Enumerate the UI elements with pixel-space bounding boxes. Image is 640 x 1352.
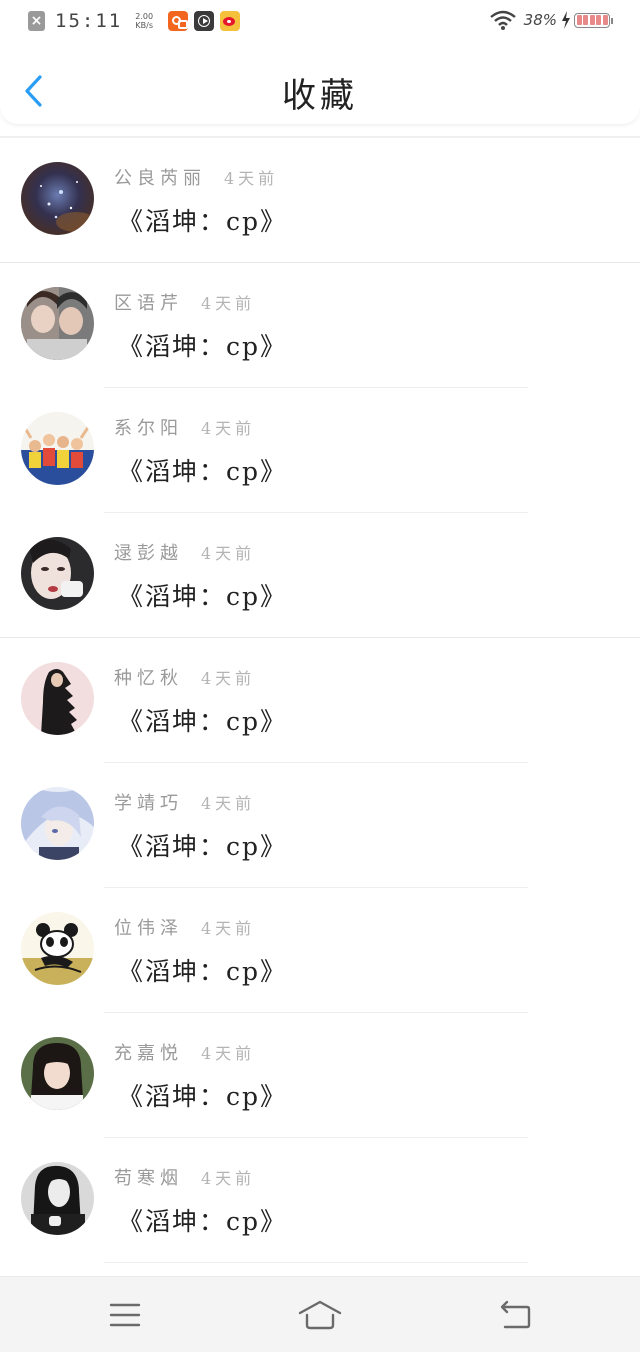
timestamp: 4天前 <box>201 1169 256 1188</box>
list-item[interactable]: 学靖巧 4天前 《滔坤：cp》 <box>0 763 640 888</box>
item-title: 《滔坤：cp》 <box>118 457 288 486</box>
avatar <box>21 787 94 860</box>
item-title: 《滔坤：cp》 <box>118 707 288 736</box>
network-speed-unit: KB/s <box>135 21 153 30</box>
item-title: 《滔坤：cp》 <box>118 832 288 861</box>
network-speed: 2.00 KB/s <box>130 12 158 30</box>
clock: 15:11 <box>55 10 123 32</box>
user-name: 充嘉悦 <box>114 1043 183 1064</box>
timestamp: 4天前 <box>201 544 256 563</box>
status-right: 38% <box>489 10 613 30</box>
user-name: 苟寒烟 <box>114 1168 183 1189</box>
notification-close-icon: × <box>28 11 45 31</box>
timestamp: 4天前 <box>201 794 256 813</box>
user-name: 种忆秋 <box>114 668 183 689</box>
item-title: 《滔坤：cp》 <box>118 957 288 986</box>
favorites-list: 公良芮丽 4天前 《滔坤：cp》 区语芹 4天前 《滔坤：cp》 系尔阳 4天前… <box>0 138 640 1263</box>
list-item[interactable]: 系尔阳 4天前 《滔坤：cp》 <box>0 388 640 513</box>
timestamp: 4天前 <box>201 669 256 688</box>
avatar <box>21 912 94 985</box>
system-nav-bar <box>0 1276 640 1352</box>
page-title: 收藏 <box>282 76 358 116</box>
avatar <box>21 662 94 735</box>
avatar <box>21 287 94 360</box>
timestamp: 4天前 <box>201 1044 256 1063</box>
list-item[interactable]: 种忆秋 4天前 《滔坤：cp》 <box>0 638 640 763</box>
battery-percent: 38% <box>523 11 557 29</box>
battery-icon <box>574 12 613 28</box>
list-item[interactable]: 位伟泽 4天前 《滔坤：cp》 <box>0 888 640 1013</box>
charging-icon <box>562 11 570 29</box>
network-speed-value: 2.00 <box>135 12 154 21</box>
home-icon <box>298 1300 342 1330</box>
item-title: 《滔坤：cp》 <box>118 207 288 236</box>
list-item[interactable]: 逯彭越 4天前 《滔坤：cp》 <box>0 513 640 638</box>
item-meta: 位伟泽 4天前 <box>114 914 255 940</box>
timestamp: 4天前 <box>201 419 256 438</box>
timestamp: 4天前 <box>201 919 256 938</box>
item-meta: 学靖巧 4天前 <box>114 789 255 815</box>
weibo-icon <box>220 11 241 31</box>
timestamp: 4天前 <box>201 294 256 313</box>
home-button[interactable] <box>298 1295 342 1335</box>
timestamp: 4天前 <box>224 169 279 188</box>
divider <box>104 1262 528 1263</box>
item-meta: 逯彭越 4天前 <box>114 539 255 565</box>
video-player-icon <box>194 11 215 31</box>
item-meta: 种忆秋 4天前 <box>114 664 255 690</box>
list-item[interactable]: 充嘉悦 4天前 《滔坤：cp》 <box>0 1013 640 1138</box>
user-name: 位伟泽 <box>114 918 183 939</box>
user-name: 逯彭越 <box>114 543 183 564</box>
item-title: 《滔坤：cp》 <box>118 332 288 361</box>
user-name: 公良芮丽 <box>114 168 206 189</box>
avatar <box>21 1037 94 1110</box>
status-left: × 15:11 2.00 KB/s <box>28 10 241 32</box>
avatar <box>21 537 94 610</box>
user-name: 系尔阳 <box>114 418 183 439</box>
item-meta: 公良芮丽 4天前 <box>114 164 278 190</box>
back-nav-button[interactable] <box>493 1295 537 1335</box>
back-icon <box>500 1300 531 1329</box>
list-item[interactable]: 区语芹 4天前 《滔坤：cp》 <box>0 263 640 388</box>
kuaishou-icon <box>168 11 189 31</box>
menu-button[interactable] <box>103 1295 147 1335</box>
avatar <box>21 412 94 485</box>
user-name: 区语芹 <box>114 293 183 314</box>
wifi-icon <box>489 10 516 30</box>
item-meta: 苟寒烟 4天前 <box>114 1164 255 1190</box>
list-item[interactable]: 公良芮丽 4天前 《滔坤：cp》 <box>0 138 640 263</box>
app-header: 收藏 <box>0 44 640 124</box>
item-title: 《滔坤：cp》 <box>118 582 288 611</box>
status-bar: × 15:11 2.00 KB/s 38% <box>0 0 640 44</box>
item-title: 《滔坤：cp》 <box>118 1082 288 1111</box>
list-item[interactable]: 苟寒烟 4天前 《滔坤：cp》 <box>0 1138 640 1263</box>
avatar <box>21 1162 94 1235</box>
item-meta: 区语芹 4天前 <box>114 289 255 315</box>
user-name: 学靖巧 <box>114 793 183 814</box>
menu-icon <box>109 1303 141 1327</box>
item-title: 《滔坤：cp》 <box>118 1207 288 1236</box>
item-meta: 充嘉悦 4天前 <box>114 1039 255 1065</box>
avatar <box>21 162 94 235</box>
item-meta: 系尔阳 4天前 <box>114 414 255 440</box>
